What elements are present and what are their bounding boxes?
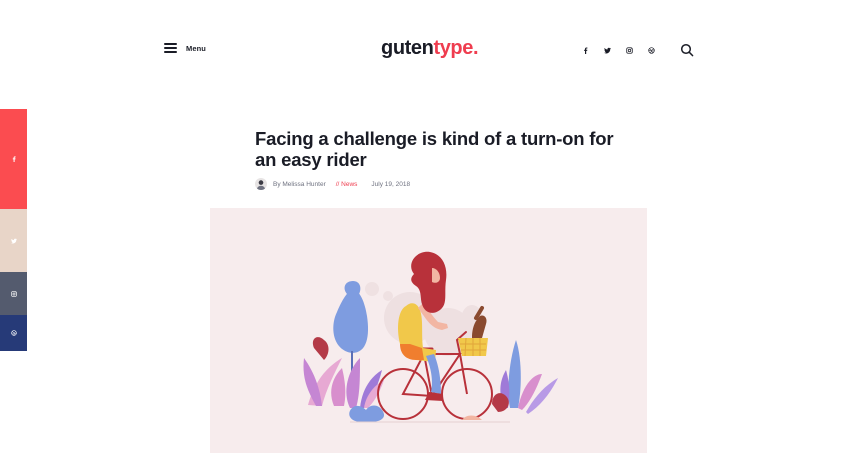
share-facebook-button[interactable] <box>0 109 27 209</box>
dribbble-icon[interactable] <box>640 44 662 56</box>
twitter-icon[interactable] <box>596 44 618 56</box>
search-icon[interactable] <box>680 43 694 57</box>
header-social-links <box>574 44 662 56</box>
share-instagram-button[interactable] <box>0 272 27 315</box>
hamburger-icon <box>164 43 177 53</box>
facebook-icon[interactable] <box>574 44 596 56</box>
share-sidebar <box>0 109 27 351</box>
article-meta: By Melissa Hunter // News July 19, 2018 <box>255 178 410 190</box>
author-avatar[interactable] <box>255 178 267 190</box>
logo-text-accent: type. <box>433 37 479 59</box>
share-twitter-button[interactable] <box>0 209 27 272</box>
site-header: Menu gutentype. <box>0 0 855 100</box>
instagram-icon[interactable] <box>618 44 640 56</box>
menu-button[interactable]: Menu <box>164 43 206 53</box>
cyclist-illustration <box>303 251 558 423</box>
publish-date: July 19, 2018 <box>371 180 411 188</box>
twitter-icon <box>10 238 17 244</box>
author-name[interactable]: By Melissa Hunter <box>273 181 326 188</box>
category-link[interactable]: // News <box>336 181 358 188</box>
facebook-icon <box>12 156 16 162</box>
instagram-icon <box>10 290 17 297</box>
hero-image <box>210 208 647 453</box>
share-dribbble-button[interactable] <box>0 315 27 351</box>
site-logo[interactable]: gutentype. <box>381 37 479 60</box>
dribbble-icon <box>10 330 17 336</box>
logo-text-main: guten <box>381 37 434 59</box>
menu-label: Menu <box>186 43 206 53</box>
article-title: Facing a challenge is kind of a turn-on … <box>255 128 614 170</box>
